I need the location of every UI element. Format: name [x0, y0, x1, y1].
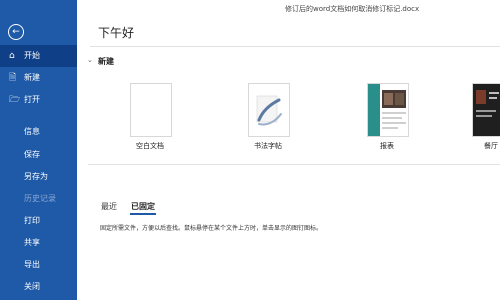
- tab-selected-indicator: [130, 213, 156, 215]
- document-filename: 修订后的word文档如何取消修订标记.docx: [285, 5, 420, 13]
- nav-export[interactable]: 导出: [24, 259, 40, 270]
- template-label: 餐厅: [484, 142, 498, 150]
- template-label: 空白文档: [136, 142, 164, 150]
- nav-print[interactable]: 打印: [24, 215, 40, 226]
- divider: [90, 46, 500, 47]
- template-restaurant[interactable]: [472, 83, 500, 137]
- nav-home[interactable]: ⌂ 开始: [0, 45, 77, 67]
- calligraphy-thumbnail-icon: [249, 84, 289, 136]
- nav-open[interactable]: 🗁 打开: [0, 89, 77, 111]
- nav-info[interactable]: 信息: [24, 126, 40, 137]
- nav-close[interactable]: 关闭: [24, 281, 40, 292]
- new-section-title: 新建: [98, 57, 114, 66]
- pinned-empty-hint: 固定所需文件，方便以后查找。鼠标悬停在某个文件上方时，单击显示的图钉图标。: [100, 225, 323, 232]
- template-report[interactable]: [367, 83, 409, 137]
- template-label: 报表: [380, 142, 394, 150]
- nav-history: 历史记录: [24, 194, 56, 203]
- new-document-icon: 🗎: [9, 73, 17, 83]
- report-thumbnail-icon: [368, 84, 408, 136]
- back-arrow-icon[interactable]: ←: [8, 24, 24, 40]
- nav-share[interactable]: 共享: [24, 237, 40, 248]
- nav-save[interactable]: 保存: [24, 149, 40, 160]
- nav-new[interactable]: 🗎 新建: [0, 67, 77, 89]
- home-icon: ⌂: [9, 51, 15, 61]
- backstage-sidebar: ← ⌂ 开始 🗎 新建 🗁 打开 信息 保存 另存为 历史记录 打印 共享 导出…: [0, 0, 77, 300]
- nav-save-as[interactable]: 另存为: [24, 171, 48, 182]
- restaurant-thumbnail-icon: [473, 84, 500, 136]
- template-calligraphy[interactable]: [248, 83, 290, 137]
- template-blank-document[interactable]: [130, 83, 172, 137]
- tab-pinned[interactable]: 已固定: [131, 201, 155, 212]
- template-label: 书法字帖: [254, 142, 282, 150]
- tab-recent[interactable]: 最近: [101, 201, 117, 212]
- greeting-title: 下午好: [98, 26, 135, 40]
- divider: [88, 164, 500, 165]
- chevron-down-icon[interactable]: ⌄: [87, 56, 93, 64]
- folder-open-icon: 🗁: [9, 95, 21, 105]
